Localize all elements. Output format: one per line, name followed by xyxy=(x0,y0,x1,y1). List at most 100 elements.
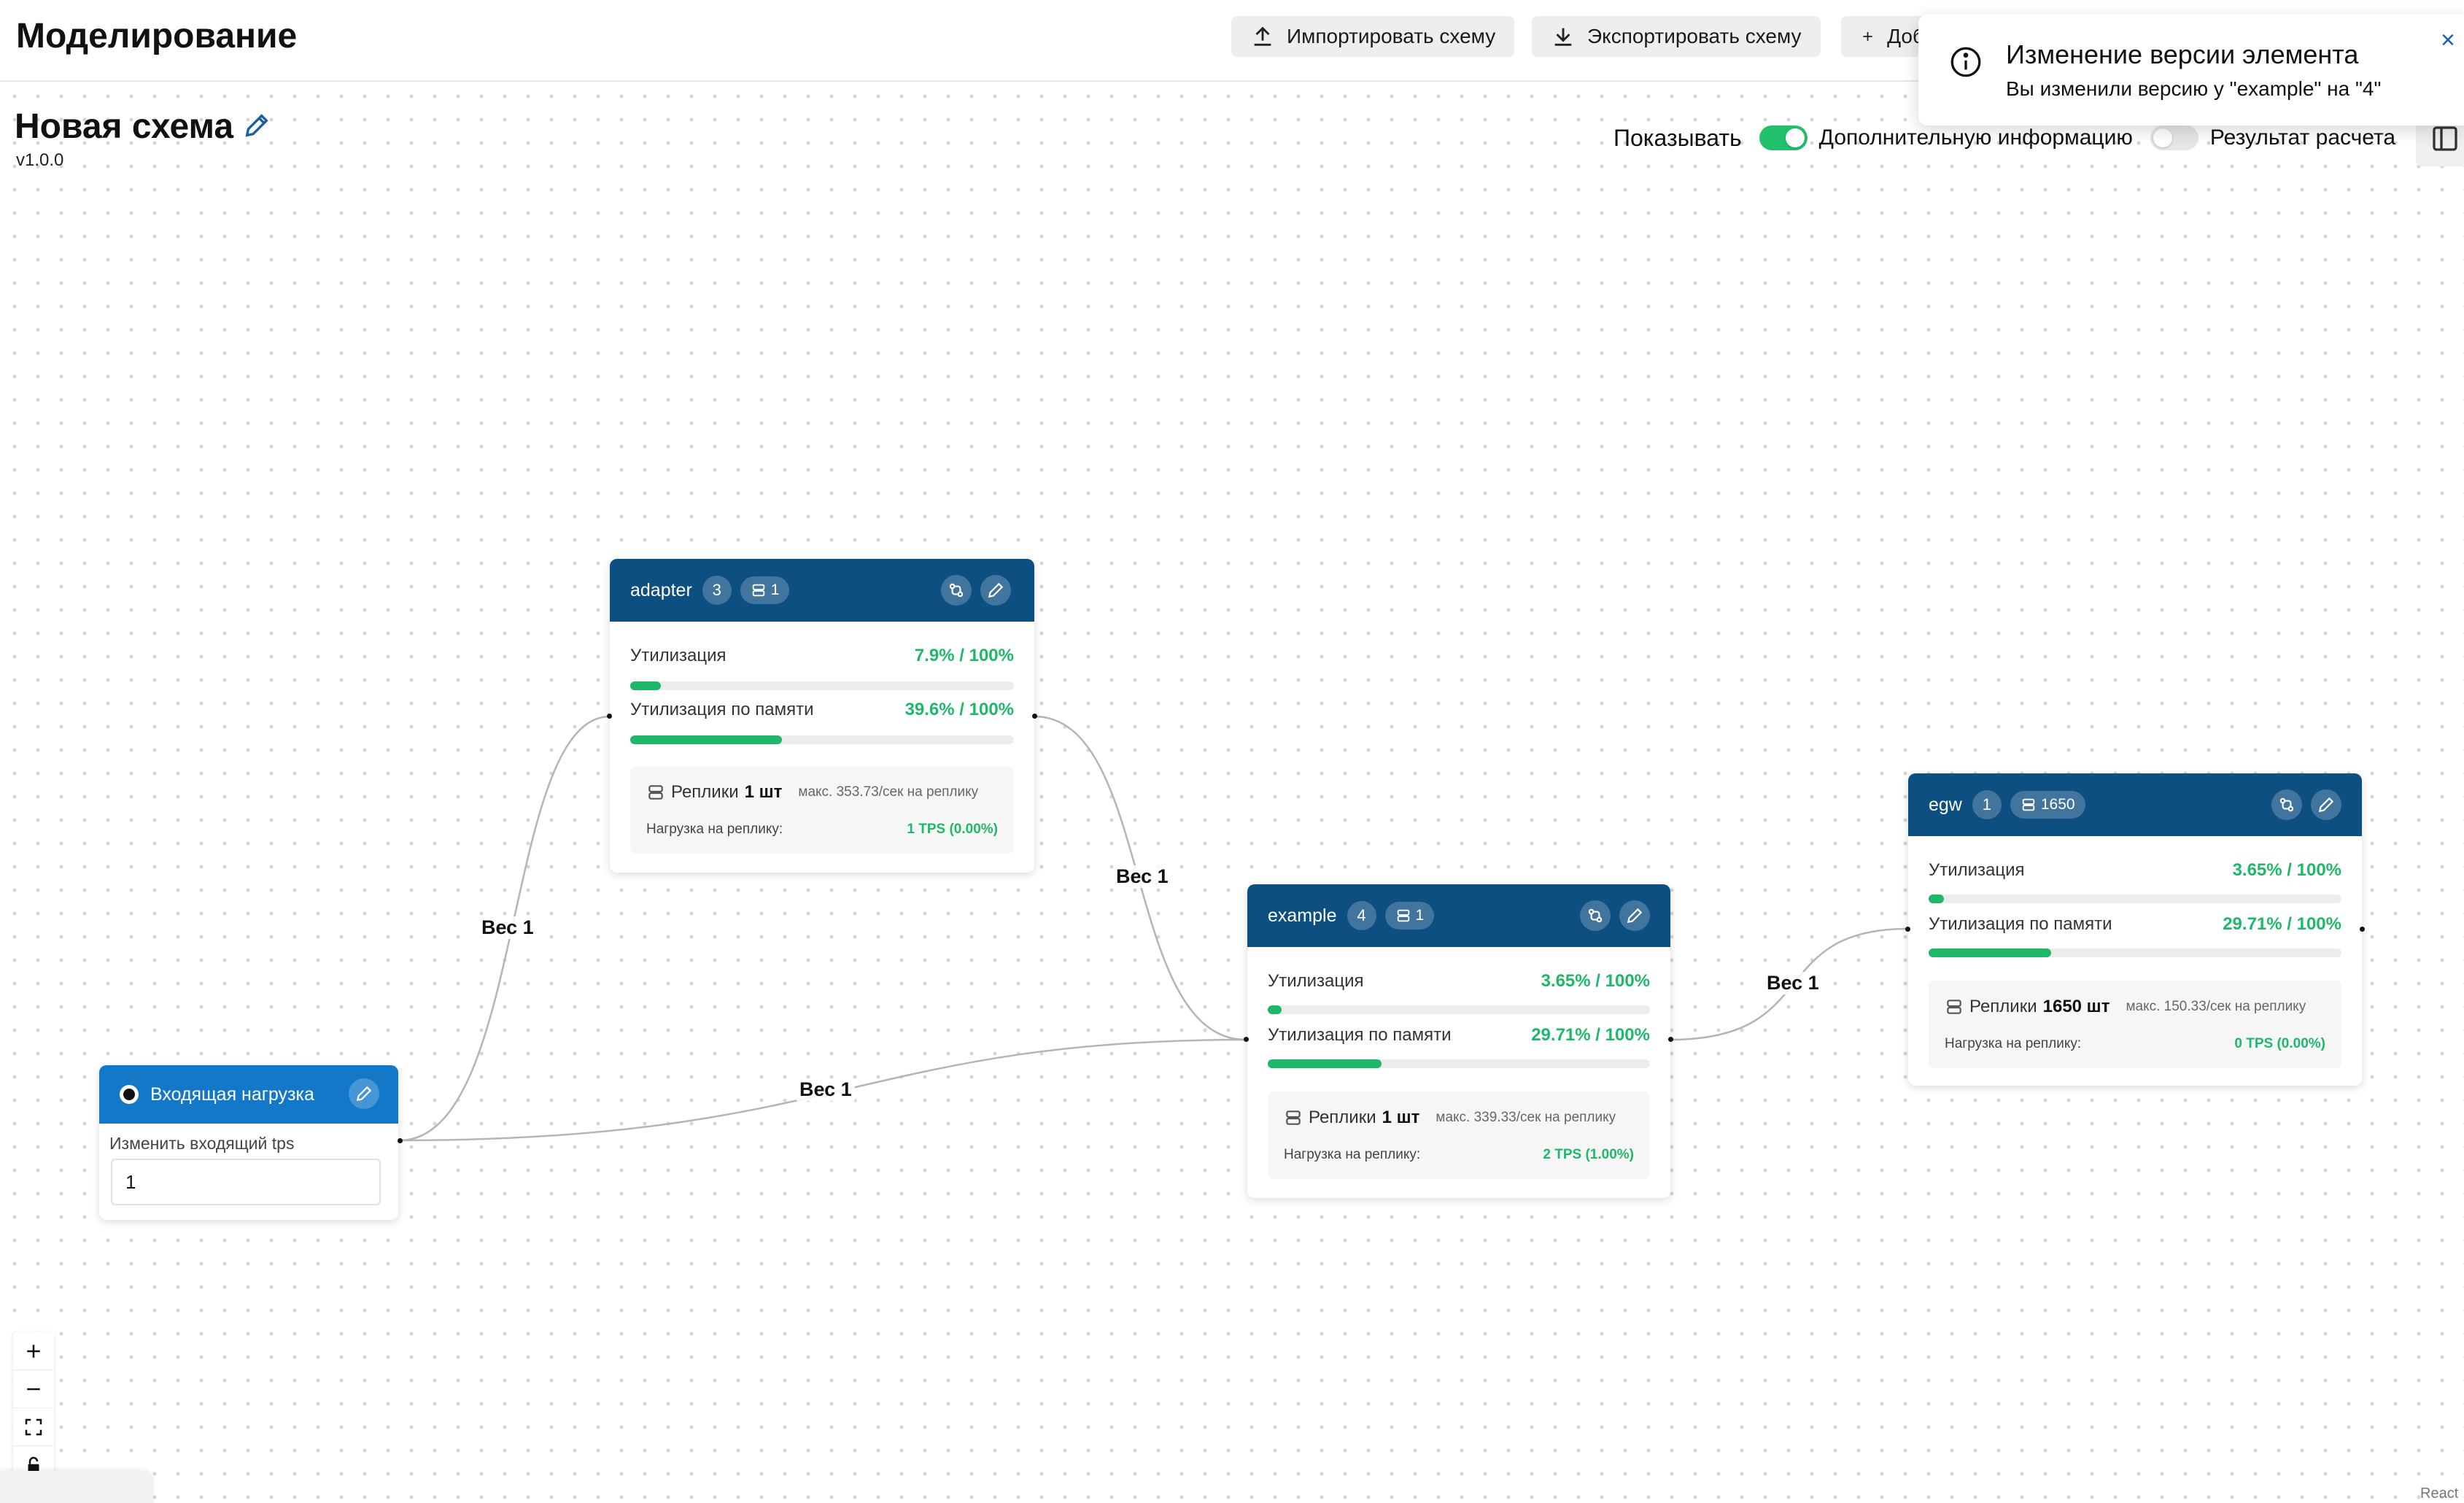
download-icon xyxy=(1554,28,1572,46)
edge-label-example-egw[interactable]: Вес 1 xyxy=(1764,972,1822,994)
edges-layer xyxy=(399,715,1909,1142)
plus-icon xyxy=(27,1344,40,1358)
cpu-metric: Утилизация 3.65% / 100% xyxy=(1268,969,1650,994)
mem-value: 39.6% / 100% xyxy=(904,700,1014,719)
node-handle[interactable] xyxy=(1032,714,1037,719)
replicas-label: Реплики xyxy=(671,782,739,802)
cpu-label: Утилизация xyxy=(1929,860,2025,880)
replicas-max: макс. 353.73/сек на реплику xyxy=(798,784,979,800)
attribution-label: React xyxy=(2420,1485,2459,1502)
source-dot-icon xyxy=(120,1085,139,1104)
scheme-title: Новая схема xyxy=(15,107,234,146)
mem-label: Утилизация по памяти xyxy=(630,700,814,719)
toast-message: Вы изменили версию у "example" на "4" xyxy=(2006,77,2382,100)
show-label: Показывать xyxy=(1613,124,1742,151)
calc-result-toggle[interactable] xyxy=(2150,125,2198,150)
upload-icon xyxy=(1254,26,1271,46)
node-handle[interactable] xyxy=(607,714,612,719)
version-badge: 1 xyxy=(1972,790,2002,819)
node-adapter[interactable]: adapter 3 1 Утилизация 7.9% / 100% Утили… xyxy=(610,559,1034,873)
node-example[interactable]: example 4 1 Утилизация 3.65% / 100% Утил… xyxy=(1247,884,1670,1198)
load-label: Нагрузка на реплику: xyxy=(646,822,783,837)
mem-metric: Утилизация по памяти 29.71% / 100% xyxy=(1929,912,2341,937)
node-handle[interactable] xyxy=(398,1138,403,1143)
calc-result-label: Результат расчета xyxy=(2209,125,2396,150)
replicas-badge: 1 xyxy=(1384,902,1435,930)
cpu-metric: Утилизация 7.9% / 100% xyxy=(630,644,1014,668)
bottom-panel[interactable] xyxy=(0,1471,153,1503)
node-handle[interactable] xyxy=(1244,1037,1249,1042)
canvas-controls xyxy=(13,1332,54,1484)
toast-title: Изменение версии элемента xyxy=(2006,39,2359,69)
server-icon xyxy=(1286,1110,1301,1125)
node-egw[interactable]: egw 1 1650 Утилизация 3.65% / 100% Утили… xyxy=(1908,773,2362,1086)
version-switch-button[interactable] xyxy=(1580,900,1611,931)
cpu-value: 7.9% / 100% xyxy=(914,646,1014,665)
cpu-metric: Утилизация 3.65% / 100% xyxy=(1929,858,2341,883)
replicas-count: 1 шт xyxy=(1382,1108,1420,1127)
replicas-badge-count: 1 xyxy=(1415,907,1425,924)
cpu-bar xyxy=(1268,1005,1650,1014)
replicas-label: Реплики xyxy=(1969,997,2037,1016)
tps-input[interactable]: 1 xyxy=(111,1159,381,1205)
zoom-out-button[interactable] xyxy=(13,1370,54,1408)
export-scheme-button[interactable]: Экспортировать схему xyxy=(1532,16,1821,57)
fit-view-icon xyxy=(25,1418,42,1435)
replicas-label: Реплики xyxy=(1309,1108,1376,1127)
replicas-box: Реплики 1650 шт макс. 150.33/сек на репл… xyxy=(1929,981,2341,1068)
minus-icon xyxy=(27,1388,40,1390)
mem-metric: Утилизация по памяти 29.71% / 100% xyxy=(1268,1023,1650,1048)
edge-label-input-example[interactable]: Вес 1 xyxy=(797,1078,855,1101)
plus-icon xyxy=(1863,31,1872,42)
extra-info-toggle[interactable] xyxy=(1759,125,1808,150)
replicas-badge: 1 xyxy=(740,576,790,604)
fit-view-button[interactable] xyxy=(13,1408,54,1446)
scheme-version: v1.0.0 xyxy=(16,150,64,170)
swap-icon xyxy=(2279,797,2294,812)
mem-metric: Утилизация по памяти 39.6% / 100% xyxy=(630,698,1014,722)
pencil-icon xyxy=(2318,797,2334,813)
node-name: egw xyxy=(1929,794,1962,815)
close-icon[interactable]: × xyxy=(2441,26,2455,55)
pencil-icon[interactable] xyxy=(242,111,271,140)
load-value: 1 TPS (0.00%) xyxy=(907,822,998,837)
cpu-value: 3.65% / 100% xyxy=(2232,860,2341,880)
mem-label: Утилизация по памяти xyxy=(1929,914,2112,934)
swap-icon xyxy=(1588,908,1603,923)
import-scheme-button[interactable]: Импортировать схему xyxy=(1231,16,1515,57)
node-handle[interactable] xyxy=(1905,927,1910,932)
version-switch-button[interactable] xyxy=(941,575,972,606)
node-name: adapter xyxy=(630,579,692,600)
edit-node-button[interactable] xyxy=(2311,789,2341,820)
replicas-count: 1650 шт xyxy=(2042,997,2110,1016)
server-icon xyxy=(648,785,663,800)
zoom-in-button[interactable] xyxy=(13,1332,54,1370)
replicas-box: Реплики 1 шт макс. 353.73/сек на реплику… xyxy=(630,766,1014,854)
cpu-label: Утилизация xyxy=(1268,971,1364,991)
mem-value: 29.71% / 100% xyxy=(1531,1025,1650,1045)
edge-label-adapter-example[interactable]: Вес 1 xyxy=(1113,865,1171,888)
cpu-bar xyxy=(1929,895,2341,903)
server-icon xyxy=(2022,798,2035,811)
version-badge: 4 xyxy=(1347,901,1376,930)
node-handle[interactable] xyxy=(1668,1037,1673,1042)
replicas-count: 1 шт xyxy=(744,782,783,802)
edit-node-button[interactable] xyxy=(1619,900,1650,931)
load-value: 2 TPS (1.00%) xyxy=(1543,1147,1634,1162)
replicas-max: макс. 339.33/сек на реплику xyxy=(1436,1110,1616,1125)
node-handle[interactable] xyxy=(2360,927,2365,932)
edge-label-input-adapter[interactable]: Вес 1 xyxy=(479,916,537,939)
pencil-icon xyxy=(988,582,1004,598)
toast-notification: Изменение версии элемента Вы изменили ве… xyxy=(1918,15,2464,125)
node-header: example 4 1 xyxy=(1247,884,1670,947)
replicas-badge-count: 1 xyxy=(770,582,780,598)
export-scheme-label: Экспортировать схему xyxy=(1587,25,1802,47)
load-label: Нагрузка на реплику: xyxy=(1284,1147,1421,1162)
edit-node-button[interactable] xyxy=(980,575,1011,606)
pencil-icon xyxy=(1627,908,1643,924)
node-input-load[interactable]: Входящая нагрузка Изменить входящий tps … xyxy=(99,1065,398,1220)
edit-node-button[interactable] xyxy=(349,1078,379,1109)
version-switch-button[interactable] xyxy=(2271,789,2302,820)
mem-value: 29.71% / 100% xyxy=(2223,914,2341,934)
mem-bar xyxy=(1929,948,2341,957)
